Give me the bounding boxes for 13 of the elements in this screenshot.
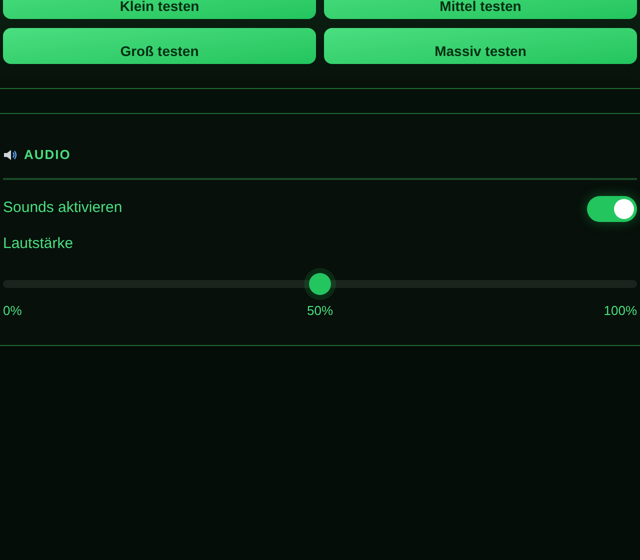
test-button[interactable]: Klein testen [3, 0, 316, 19]
toggle-switch[interactable] [587, 196, 637, 222]
slider-mid-label: 50% [306, 302, 334, 320]
slider-min-label: 0% [3, 302, 22, 320]
speaker-icon [3, 148, 17, 161]
slider-max-label: 100% [604, 302, 637, 320]
test-button[interactable]: Groß testen [3, 28, 316, 64]
setting-label: Sounds aktivieren [3, 198, 122, 218]
section-title: AUDIO [24, 146, 71, 164]
test-button[interactable]: Massiv testen [324, 28, 637, 64]
slider-thumb[interactable] [309, 273, 331, 295]
test-button[interactable]: Mittel testen [324, 0, 637, 19]
setting-label: Lautstärke [3, 234, 74, 254]
